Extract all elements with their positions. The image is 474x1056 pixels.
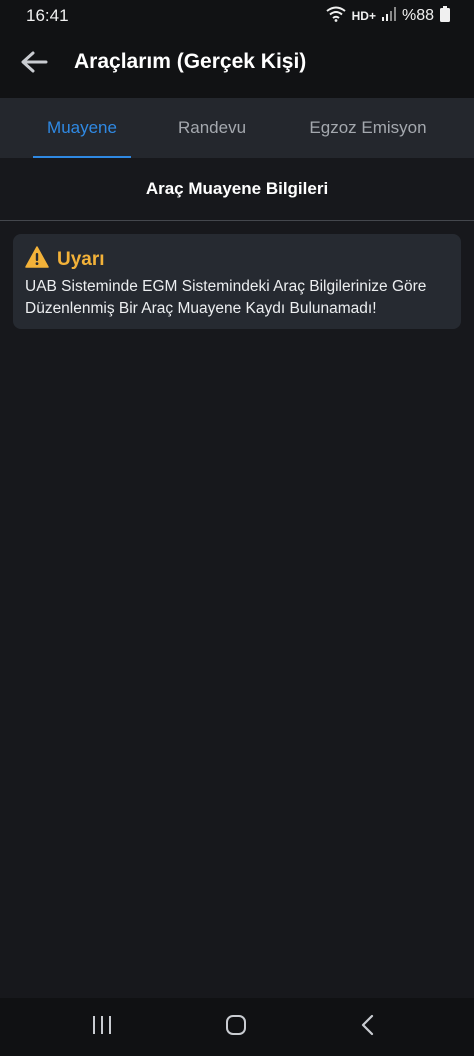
battery-icon	[440, 5, 450, 27]
system-nav-bar	[0, 998, 474, 1056]
status-time: 16:41	[26, 6, 69, 25]
warning-title: Uyarı	[57, 248, 105, 270]
home-icon	[225, 1014, 247, 1041]
recent-apps-icon	[91, 1015, 113, 1040]
tab-bar: Muayene Randevu Egzoz Emisyon	[0, 98, 474, 158]
back-nav-button[interactable]	[338, 1006, 398, 1048]
section-title: Araç Muayene Bilgileri	[145, 179, 329, 198]
home-button[interactable]	[206, 1006, 266, 1048]
app-bar: Araçlarım (Gerçek Kişi)	[0, 32, 474, 98]
tab-randevu[interactable]: Randevu	[160, 98, 264, 158]
warning-card: Uyarı UAB Sisteminde EGM Sistemindeki Ar…	[13, 234, 461, 329]
arrow-left-icon	[20, 50, 48, 79]
battery-percent: %88	[401, 7, 434, 24]
recent-apps-button[interactable]	[72, 1006, 132, 1048]
page-title: Araçlarım (Gerçek Kişi)	[74, 50, 307, 73]
cellular-signal-icon	[381, 6, 396, 26]
back-button[interactable]	[14, 46, 54, 82]
warning-header: Uyarı	[25, 246, 105, 273]
hd-signal-icon: HD+	[351, 9, 376, 23]
back-nav-icon	[360, 1014, 376, 1041]
tab-muayene[interactable]: Muayene	[33, 98, 131, 158]
section-divider	[0, 220, 474, 221]
warning-icon	[25, 246, 49, 273]
wifi-icon	[326, 6, 346, 27]
status-bar: 16:41 HD+ %88	[0, 0, 474, 32]
tab-egzoz-emisyon[interactable]: Egzoz Emisyon	[293, 98, 443, 158]
warning-message: UAB Sisteminde EGM Sistemindeki Araç Bil…	[25, 278, 427, 317]
status-icons: HD+ %88	[326, 5, 450, 27]
